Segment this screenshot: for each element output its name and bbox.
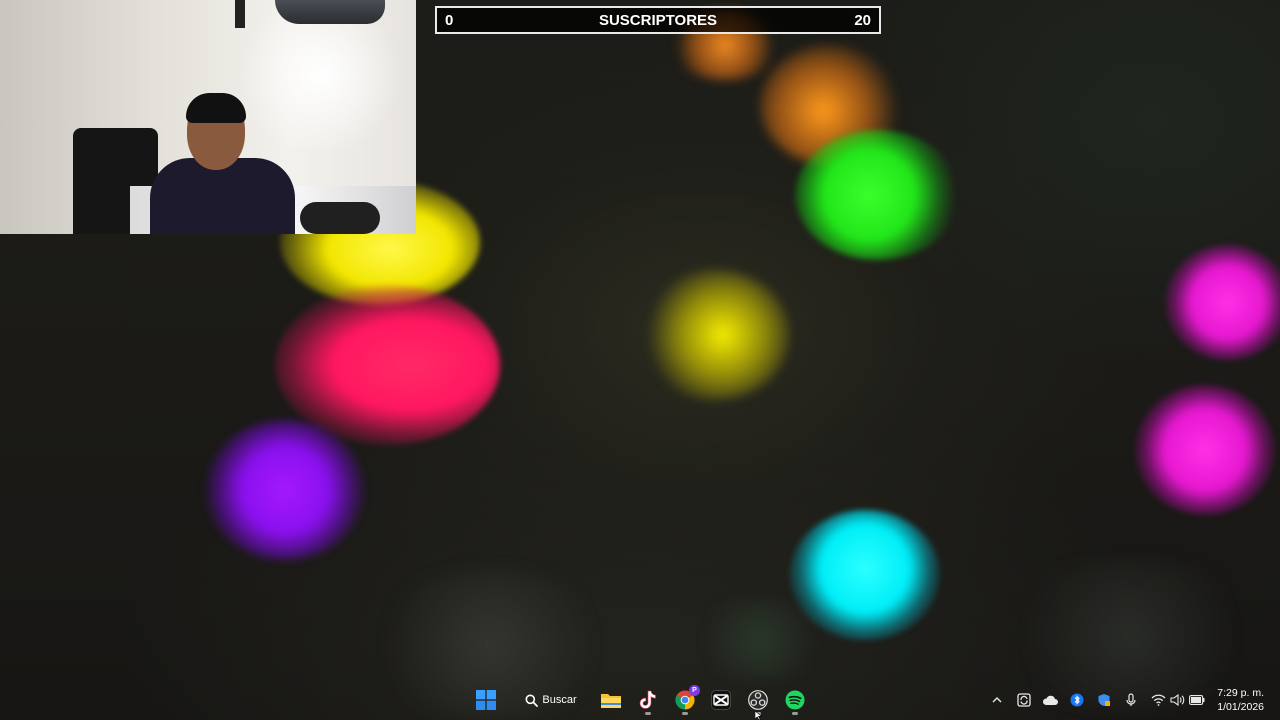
- chrome-button[interactable]: P: [669, 684, 701, 716]
- mouse-cursor-icon: [755, 711, 763, 720]
- yellow-center-blob: [640, 270, 790, 400]
- running-indicator: [792, 712, 798, 715]
- shield-icon: [1098, 694, 1110, 706]
- volume-icon: [1169, 694, 1184, 706]
- search-label: Buscar: [542, 694, 577, 706]
- microphone-tray-button[interactable]: [1121, 690, 1141, 710]
- running-indicator: [682, 712, 688, 715]
- magenta-fluid-blob-2: [1135, 385, 1275, 515]
- dark-bag: [300, 202, 380, 234]
- search-button[interactable]: Buscar: [518, 684, 584, 716]
- capcut-icon: [711, 690, 731, 710]
- microphone-icon: [1126, 693, 1136, 706]
- taskbar-clock[interactable]: 7:29 p. m. 1/01/2026: [1217, 686, 1264, 714]
- person-body: [150, 158, 295, 234]
- desktop-screen: SUSCRIPTORES 0 20 Buscar P 7:29 p. m. 1/…: [0, 0, 1280, 720]
- capcut-button[interactable]: [705, 684, 737, 716]
- wifi-icon: [1151, 694, 1165, 706]
- smoke-blob-3: [690, 600, 830, 680]
- file-explorer-icon: [601, 694, 621, 708]
- person-hair: [186, 93, 246, 123]
- subscriber-goal-value: 20: [854, 12, 871, 29]
- sync-icon: [1017, 693, 1031, 707]
- tiktok-button[interactable]: [632, 684, 664, 716]
- hanging-cloth-2: [275, 0, 385, 24]
- running-indicator: [645, 712, 651, 715]
- wifi-tray-button[interactable]: [1148, 690, 1168, 710]
- clock-time: 7:29 p. m.: [1217, 687, 1264, 699]
- battery-tray-button[interactable]: [1187, 690, 1207, 710]
- spotify-button[interactable]: [779, 684, 811, 716]
- security-tray-button[interactable]: [1094, 690, 1114, 710]
- chevron-up-icon: [992, 697, 1002, 703]
- red-fluid-blob: [275, 285, 500, 445]
- show-hidden-icons-button[interactable]: [987, 690, 1007, 710]
- windows-taskbar: Buscar P 7:29 p. m. 1/01/2026: [0, 680, 1280, 720]
- bluetooth-tray-button[interactable]: [1067, 690, 1087, 710]
- start-button[interactable]: [470, 684, 502, 716]
- obs-icon: [748, 690, 768, 710]
- subscriber-start-value: 0: [445, 12, 454, 29]
- sync-tray-button[interactable]: [1014, 690, 1034, 710]
- hanging-cloth: [235, 0, 245, 28]
- onedrive-tray-button[interactable]: [1040, 690, 1060, 710]
- purple-fluid-blob: [205, 420, 365, 560]
- green-fluid-blob: [795, 130, 960, 260]
- tiktok-icon: [639, 690, 656, 709]
- start-icon: [476, 690, 496, 710]
- file-explorer-button[interactable]: [595, 684, 627, 716]
- search-icon: [525, 694, 539, 707]
- subscriber-goal-title: SUSCRIPTORES: [598, 12, 718, 29]
- bluetooth-icon: [1070, 693, 1084, 707]
- cloud-icon: [1042, 695, 1058, 705]
- volume-tray-button[interactable]: [1167, 690, 1187, 710]
- chrome-profile-badge: P: [689, 685, 700, 696]
- webcam-feed: [0, 0, 416, 234]
- battery-icon: [1189, 695, 1205, 705]
- magenta-fluid-blob: [1165, 245, 1280, 360]
- spotify-icon: [785, 690, 805, 710]
- subscriber-goal-bar: SUSCRIPTORES 0 20: [435, 6, 881, 34]
- clock-date: 1/01/2026: [1217, 701, 1264, 713]
